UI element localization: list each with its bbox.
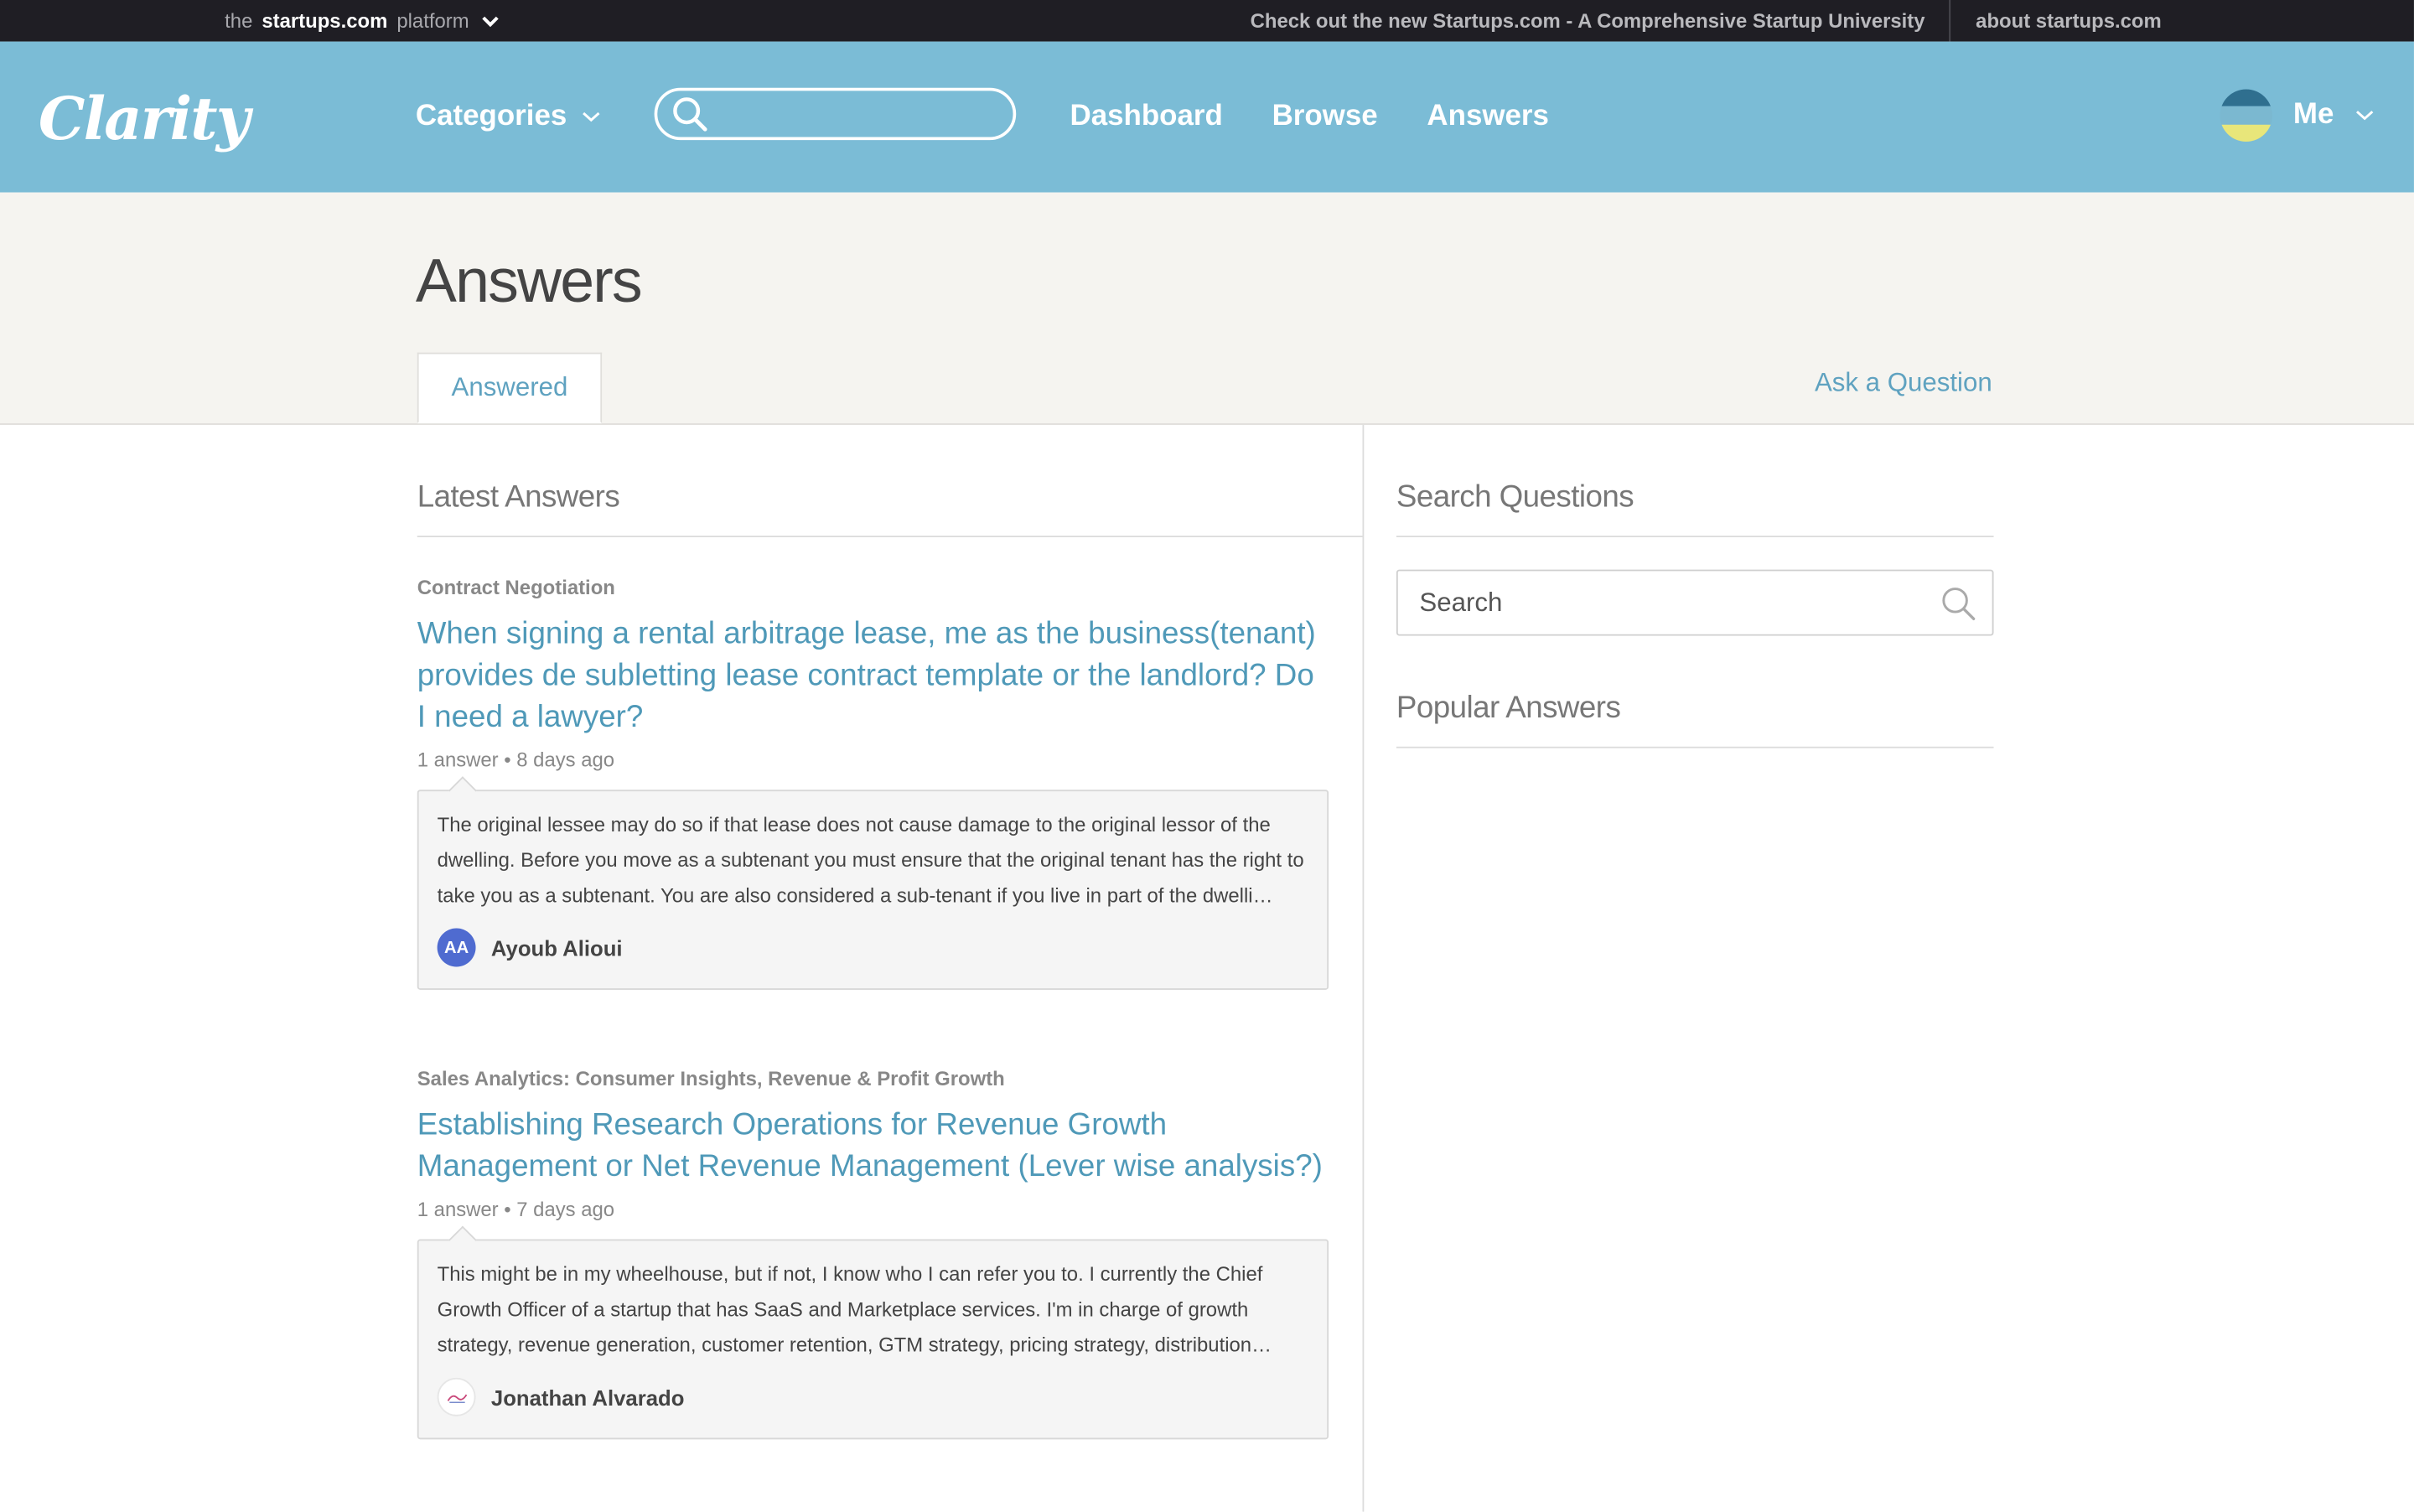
search-icon[interactable] (1940, 584, 1976, 621)
answer-category[interactable]: Sales Analytics: Consumer Insights, Reve… (417, 1067, 1329, 1090)
platform-bar: the startups.com platform Check out the … (0, 0, 2414, 42)
answer-author[interactable]: AA Ayoub Alioui (437, 928, 1309, 967)
answer-author[interactable]: Jonathan Alvarado (437, 1377, 1309, 1416)
answer-card[interactable]: This might be in my wheelhouse, but if n… (417, 1225, 1329, 1440)
answer-excerpt: The original lessee may do so if that le… (437, 812, 1304, 907)
search-questions-heading: Search Questions (1396, 425, 1994, 538)
user-avatar (2219, 89, 2272, 142)
categories-dropdown[interactable]: Categories (416, 100, 601, 133)
page-title: Answers (415, 247, 643, 316)
platform-links: Check out the new Startups.com - A Compr… (1225, 0, 2186, 42)
author-logo-icon (446, 1393, 467, 1403)
nav-browse[interactable]: Browse (1272, 100, 1378, 133)
main-nav: Dashboard Browse Answers (1070, 100, 1549, 133)
author-name[interactable]: Jonathan Alvarado (491, 1385, 685, 1409)
chevron-down-icon (481, 15, 499, 27)
nav-dashboard[interactable]: Dashboard (1070, 100, 1223, 133)
promo-link[interactable]: Check out the new Startups.com - A Compr… (1225, 0, 1950, 42)
platform-switcher[interactable]: the startups.com platform (225, 9, 499, 33)
platform-suffix: platform (396, 9, 469, 33)
search-icon (673, 97, 707, 132)
answer-card[interactable]: The original lessee may do so if that le… (417, 776, 1329, 990)
platform-prefix: the (225, 9, 253, 33)
tab-answered[interactable]: Answered (417, 352, 603, 424)
answer-item: Contract Negotiation When signing a rent… (417, 576, 1329, 990)
platform-brand: startups.com (262, 9, 388, 33)
question-search-input[interactable] (1416, 585, 1915, 620)
question-search[interactable] (1396, 569, 1994, 636)
author-name[interactable]: Ayoub Alioui (491, 935, 623, 960)
answer-meta: 1 answer • 8 days ago (417, 748, 615, 772)
header-search-input[interactable] (717, 99, 1001, 129)
chevron-down-icon (2356, 111, 2374, 121)
answer-title-link[interactable]: Establishing Research Operations for Rev… (417, 1106, 1329, 1188)
nav-answers[interactable]: Answers (1427, 100, 1548, 133)
ask-question-link[interactable]: Ask a Question (1815, 368, 1992, 399)
author-avatar (437, 1377, 476, 1416)
chevron-down-icon (583, 111, 600, 122)
answer-item: Sales Analytics: Consumer Insights, Reve… (417, 1067, 1329, 1440)
latest-answers-column: Latest Answers Contract Negotiation When… (417, 424, 1365, 1512)
author-avatar: AA (437, 928, 476, 967)
card-notch (448, 776, 477, 805)
answer-meta: 1 answer • 7 days ago (417, 1197, 615, 1221)
header-search[interactable] (654, 87, 1017, 141)
card-notch (448, 1225, 477, 1255)
page-header: Answers Answered Ask a Question (0, 192, 2414, 425)
latest-answers-heading: Latest Answers (417, 425, 1363, 538)
answer-title-link[interactable]: When signing a rental arbitrage lease, m… (417, 614, 1329, 739)
clarity-logo[interactable]: Clarity (39, 84, 250, 153)
user-label: Me (2292, 98, 2334, 132)
answer-excerpt: This might be in my wheelhouse, but if n… (437, 1262, 1272, 1357)
content: Latest Answers Contract Negotiation When… (0, 424, 2414, 1512)
user-menu[interactable]: Me (2219, 89, 2374, 142)
about-link[interactable]: about startups.com (1951, 0, 2186, 42)
main-header: Clarity Categories Dashboard Browse Answ… (0, 41, 2414, 193)
categories-label: Categories (415, 100, 567, 132)
answer-category[interactable]: Contract Negotiation (417, 576, 1329, 599)
sidebar: Search Questions Popular Answers (1396, 425, 1994, 748)
popular-answers-heading: Popular Answers (1396, 636, 1994, 748)
